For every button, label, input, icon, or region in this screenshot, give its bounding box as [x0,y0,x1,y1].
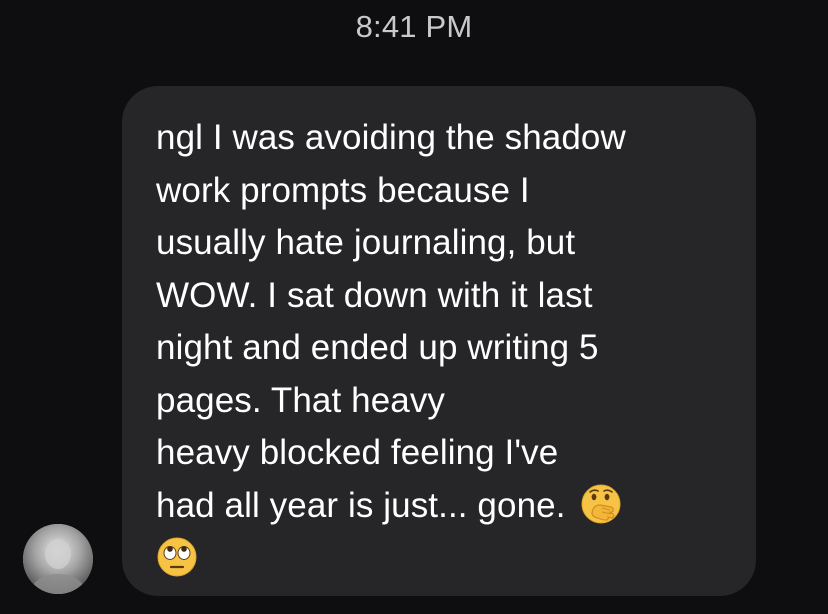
message-line: WOW. I sat down with it last [156,275,593,315]
message-line: pages. That heavy [156,380,446,420]
message-line: heavy blocked feeling I've [156,433,559,472]
hand-over-mouth-emoji [581,484,621,524]
message-line: usually hate journaling, but [156,223,576,262]
message-line-with-emoji: had all year is just... gone. [156,480,726,533]
message-line-emoji [156,532,726,585]
message-line: work prompts because I [156,170,530,210]
message-line: night and ended up writing 5 [156,328,599,367]
message-line-text: had all year is just... gone. [156,485,566,525]
avatar-photo-icon [23,524,93,594]
message-timestamp: 8:41 PM [355,9,473,44]
message-bubble[interactable]: ngl I was avoiding the shadow work promp… [122,86,756,596]
message-line: ngl I was avoiding the shadow [156,118,626,157]
eye-roll-emoji [157,537,197,577]
avatar[interactable] [23,524,93,594]
